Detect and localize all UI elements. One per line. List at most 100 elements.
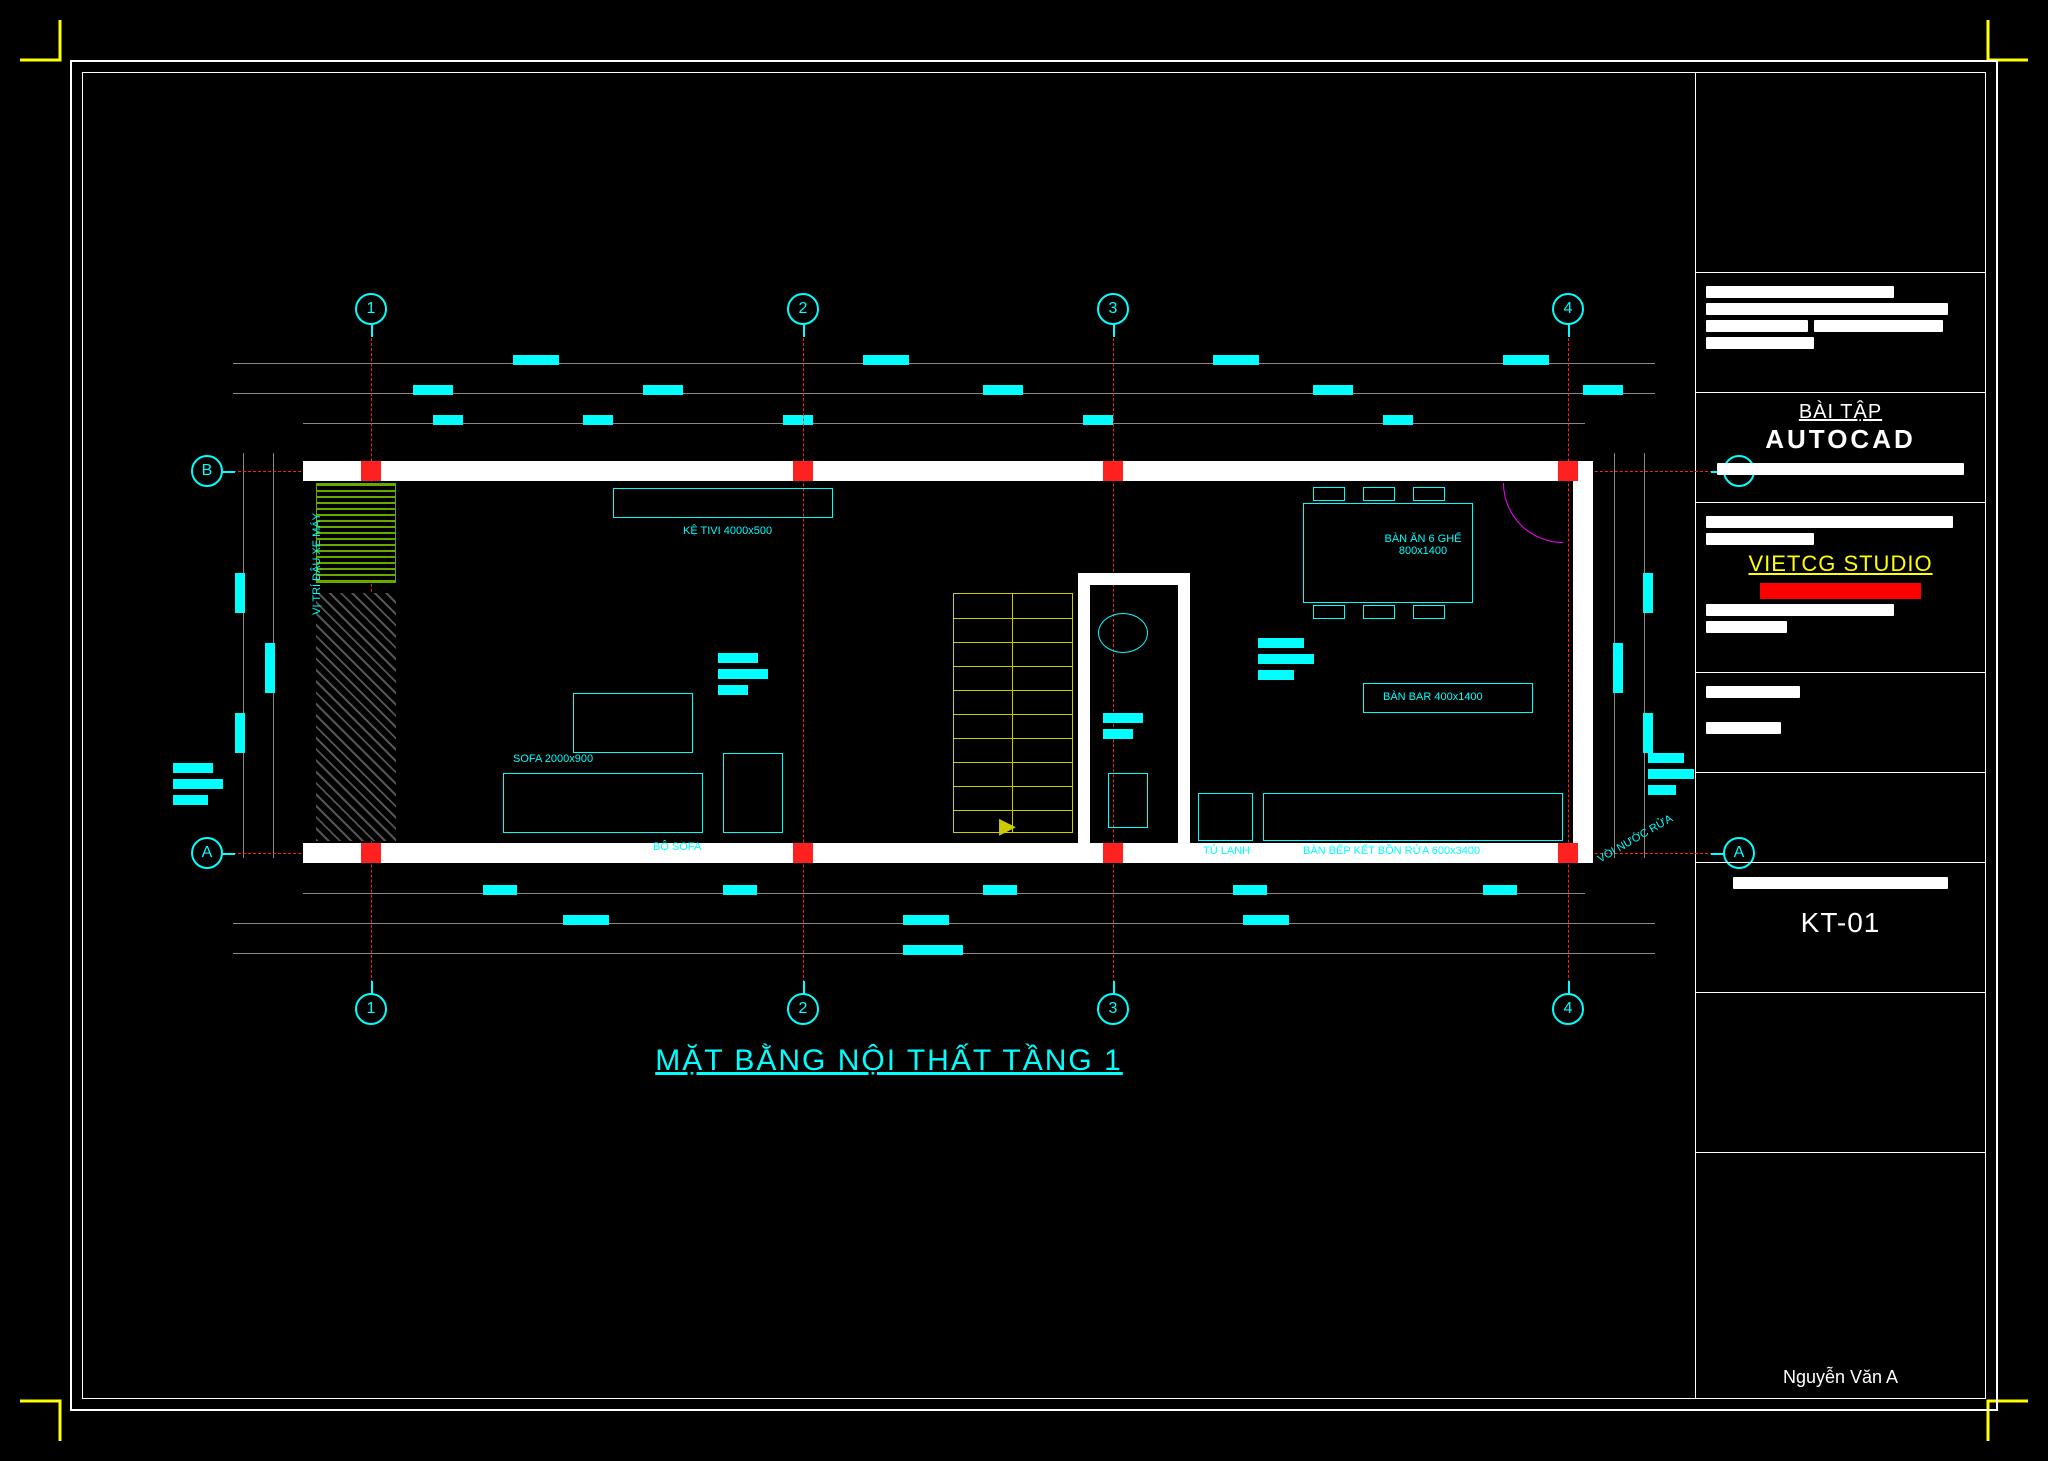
grid-bubble-4-top: 4	[1552, 293, 1584, 325]
annotation	[173, 795, 208, 805]
grid-bubble-2-bot: 2	[787, 993, 819, 1025]
column	[1103, 461, 1123, 481]
dim-value	[1243, 915, 1289, 925]
column	[1103, 843, 1123, 863]
label-bar: BÀN BAR 400x1400	[1383, 691, 1483, 703]
garden	[316, 483, 396, 583]
red-accent-bar	[1760, 583, 1921, 599]
annotation	[173, 763, 213, 773]
dim-line	[243, 453, 244, 858]
annotation	[718, 685, 748, 695]
annotation	[1258, 654, 1314, 664]
dim-value	[1213, 355, 1259, 365]
armchair	[723, 753, 783, 833]
fridge	[1198, 793, 1253, 841]
drawing-sheet: 1 2 3 4 1 2 3 4 B A B A	[20, 20, 2028, 1441]
dim-value	[1613, 643, 1623, 693]
dim-value	[783, 415, 813, 425]
dim-value	[643, 385, 683, 395]
grid-label: B	[202, 462, 213, 480]
annotation	[1258, 638, 1304, 648]
dim-value	[983, 885, 1017, 895]
grid-bubble-3-top: 3	[1097, 293, 1129, 325]
wall-right	[1573, 461, 1593, 863]
tb-logo-box	[1696, 73, 1985, 273]
label-tivi: KỆ TIVI 4000x500	[683, 525, 772, 537]
grid-label: 3	[1109, 1000, 1118, 1018]
grid-bubble-1-top: 1	[355, 293, 387, 325]
gridline-3	[1113, 313, 1114, 1013]
titleblock: BÀI TẬP AUTOCAD VIETCG STUDIO	[1695, 73, 1985, 1398]
dim-value	[513, 355, 559, 365]
gridline-2	[803, 313, 804, 1013]
stair	[953, 593, 1073, 833]
wc-wall	[1078, 573, 1188, 585]
coffee-table	[573, 693, 693, 753]
annotation	[1648, 769, 1694, 779]
tb-project-box	[1696, 273, 1985, 393]
dim-value	[235, 713, 245, 753]
dim-value	[265, 643, 275, 693]
dim-value	[1313, 385, 1353, 395]
chair	[1363, 605, 1395, 619]
chair	[1413, 605, 1445, 619]
inner-frame: 1 2 3 4 1 2 3 4 B A B A	[82, 72, 1986, 1399]
drawing-area: 1 2 3 4 1 2 3 4 B A B A	[83, 73, 1695, 1398]
sheet-number: KT-01	[1706, 907, 1975, 939]
column	[361, 843, 381, 863]
label-tulanh: TỦ LẠNH	[1203, 845, 1250, 857]
grid-label: 1	[367, 1000, 376, 1018]
dim-value	[1233, 885, 1267, 895]
label-voi: VÒI NƯỚC RỬA	[1596, 813, 1675, 866]
dim-value	[563, 915, 609, 925]
grid-label: 2	[799, 1000, 808, 1018]
grid-label: A	[202, 844, 213, 862]
gridline-4	[1568, 313, 1569, 1013]
annotation	[1258, 670, 1294, 680]
label-banan: BÀN ĂN 6 GHẾ 800x1400	[1373, 533, 1473, 557]
dim-value	[983, 385, 1023, 395]
label-sofa: BỘ SOFA	[653, 841, 701, 853]
wc-wall	[1078, 573, 1090, 843]
floor-hatch	[316, 593, 396, 841]
dim-value	[235, 573, 245, 613]
annotation	[1648, 753, 1684, 763]
tb-info-box	[1696, 673, 1985, 773]
chair	[1313, 605, 1345, 619]
dim-value	[1083, 415, 1113, 425]
sofa	[503, 773, 703, 833]
tb-studio-box: VIETCG STUDIO	[1696, 503, 1985, 673]
column	[793, 843, 813, 863]
toilet	[1108, 773, 1148, 828]
grid-bubble-a-left: A	[191, 837, 223, 869]
dim-value	[413, 385, 453, 395]
wc-wall	[1178, 573, 1190, 843]
annotation	[1103, 729, 1133, 739]
tb-author-box: Nguyễn Văn A	[1696, 1153, 1985, 1398]
dim-value	[1383, 415, 1413, 425]
chair	[1413, 487, 1445, 501]
dim-value	[583, 415, 613, 425]
annotation	[1103, 713, 1143, 723]
annotation	[718, 653, 758, 663]
grid-label: 4	[1564, 300, 1573, 318]
grid-bubble-b-left: B	[191, 455, 223, 487]
dim-value	[1583, 385, 1623, 395]
dim-value	[863, 355, 909, 365]
grid-label: 1	[367, 300, 376, 318]
grid-bubble-2-top: 2	[787, 293, 819, 325]
tb-subtitle: BÀI TẬP	[1706, 401, 1975, 424]
stair-arrow-icon: ▶	[999, 813, 1016, 839]
dim-line	[1644, 453, 1645, 858]
grid-bubble-3-bot: 3	[1097, 993, 1129, 1025]
dim-value	[1503, 355, 1549, 365]
tb-empty-1	[1696, 773, 1985, 863]
tb-empty-2	[1696, 993, 1985, 1153]
kitchen-counter	[1263, 793, 1563, 841]
label-xe: VỊ TRÍ ĐẬU XE MÁY	[311, 513, 323, 615]
grid-label: 3	[1109, 300, 1118, 318]
annotation	[173, 779, 223, 789]
chair	[1313, 487, 1345, 501]
grid-label: 4	[1564, 1000, 1573, 1018]
dim-value	[903, 945, 963, 955]
